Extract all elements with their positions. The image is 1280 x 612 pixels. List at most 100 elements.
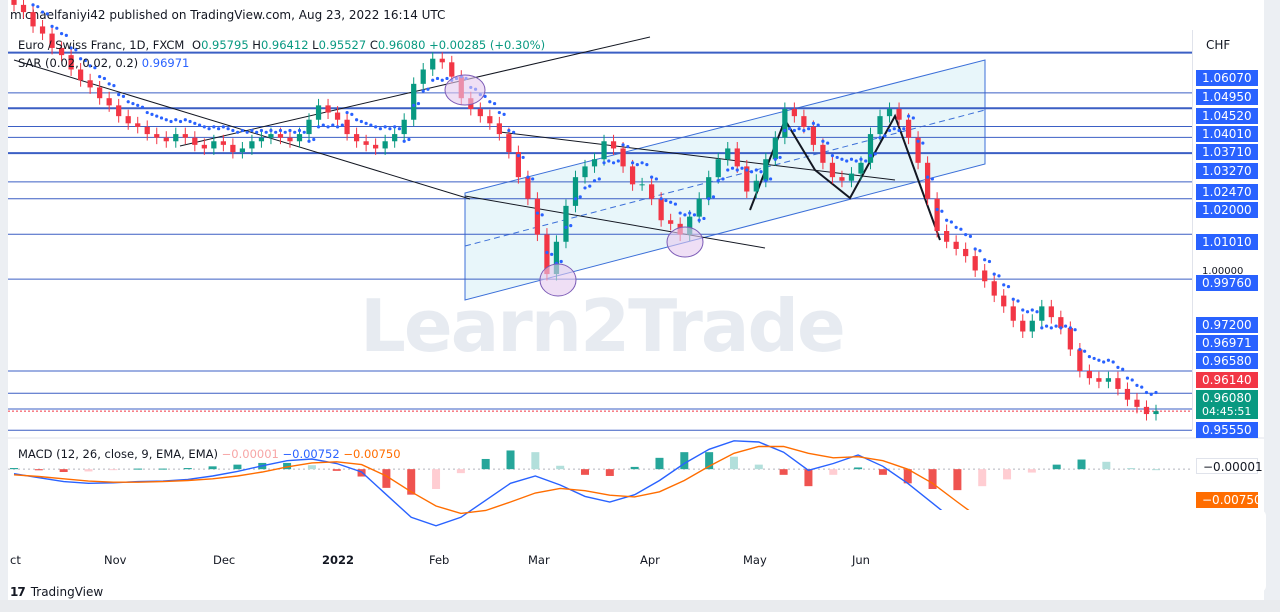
sar-dot bbox=[359, 119, 363, 124]
sar-dot bbox=[350, 112, 354, 116]
high-label: H bbox=[252, 38, 261, 52]
sar-dot bbox=[816, 123, 820, 127]
sar-dot bbox=[393, 125, 397, 129]
macd-hist-tag: −0.00001 bbox=[1196, 458, 1263, 474]
sar-dot bbox=[959, 227, 963, 231]
sar-dot bbox=[121, 94, 126, 99]
sar-dot bbox=[407, 137, 411, 142]
candle-body bbox=[182, 134, 188, 138]
candle-body bbox=[924, 162, 931, 199]
sar-dot bbox=[164, 118, 168, 122]
sar-dot bbox=[740, 166, 744, 170]
sar-dot bbox=[669, 200, 673, 204]
candle-body bbox=[886, 108, 893, 117]
macd-legend[interactable]: MACD (12, 26, close, 9, EMA, EMA) −0.000… bbox=[18, 447, 401, 461]
sar-dot bbox=[906, 114, 911, 118]
sar-dot bbox=[397, 127, 402, 131]
sar-dot bbox=[930, 177, 934, 181]
sar-dot bbox=[845, 159, 849, 163]
candle-body bbox=[1153, 411, 1159, 415]
sar-dot bbox=[1016, 299, 1020, 303]
currency-label[interactable]: CHF bbox=[1206, 38, 1230, 52]
tradingview-logo[interactable]: 17 TradingView bbox=[10, 585, 103, 599]
sar-dot bbox=[507, 128, 511, 133]
sar-dot bbox=[764, 179, 768, 183]
candle-body bbox=[382, 141, 388, 149]
time-label: Feb bbox=[429, 553, 450, 567]
sar-dot bbox=[659, 197, 663, 201]
sar-dot bbox=[1102, 360, 1106, 364]
candle-body bbox=[991, 281, 997, 296]
candle-body bbox=[287, 137, 293, 142]
sar-dot bbox=[921, 141, 925, 145]
macd-histogram-bar bbox=[208, 466, 217, 470]
sar-dot bbox=[178, 119, 183, 124]
sar-dot bbox=[1030, 308, 1034, 312]
candle-body bbox=[648, 184, 655, 199]
candle-body bbox=[306, 119, 312, 135]
candle-body bbox=[239, 148, 246, 153]
tradingview-logo-mark: 17 bbox=[10, 585, 26, 599]
sar-dot bbox=[526, 175, 530, 179]
sar-dot bbox=[773, 157, 777, 161]
sar-dot bbox=[540, 213, 544, 217]
symbol-legend[interactable]: Euro / Swiss Franc, 1D, FXCM O0.95795 H0… bbox=[18, 38, 545, 52]
candle-body bbox=[449, 62, 455, 77]
sar-dot bbox=[197, 123, 202, 127]
sar-dot bbox=[887, 128, 892, 133]
sar-dot bbox=[802, 128, 806, 133]
candle-body bbox=[725, 148, 731, 160]
sar-dot bbox=[207, 127, 211, 131]
sar-dot bbox=[635, 162, 639, 167]
candle-body bbox=[1039, 306, 1045, 321]
macd-histogram-bar bbox=[10, 468, 18, 470]
sar-dot bbox=[136, 103, 140, 107]
redaction-box bbox=[896, 510, 1266, 592]
macd-histogram-bar bbox=[158, 468, 167, 470]
macd-histogram-bar bbox=[754, 464, 763, 470]
sar-dot bbox=[759, 170, 763, 174]
macd-histogram-bar bbox=[655, 457, 664, 470]
candle-body bbox=[211, 141, 217, 149]
sar-dot bbox=[550, 252, 554, 256]
sar-dot bbox=[1087, 355, 1091, 359]
macd-histogram-bar bbox=[680, 452, 689, 470]
sar-dot bbox=[1021, 308, 1025, 312]
sar-dot bbox=[1054, 324, 1058, 328]
sar-dot bbox=[521, 155, 525, 160]
candle-body bbox=[525, 177, 531, 199]
candle-body bbox=[344, 119, 350, 135]
candle-body bbox=[934, 198, 940, 231]
sar-dot bbox=[535, 211, 540, 215]
sar-dot bbox=[64, 33, 68, 37]
macd-histogram-bar bbox=[854, 467, 863, 470]
sar-dot bbox=[916, 139, 920, 143]
candle-body bbox=[420, 69, 426, 84]
price-tag: 1.03710 bbox=[1196, 144, 1258, 160]
sar-dot bbox=[40, 10, 45, 14]
candle-body bbox=[848, 173, 855, 181]
macd-histogram-bar bbox=[481, 458, 490, 470]
macd-histogram-bar bbox=[34, 469, 43, 471]
candle-body bbox=[1086, 370, 1093, 379]
candle-body bbox=[144, 126, 150, 135]
sar-dot bbox=[55, 26, 59, 30]
macd-histogram-bar bbox=[829, 469, 838, 475]
price-tag: 1.04520 bbox=[1196, 108, 1258, 124]
sar-dot bbox=[973, 247, 977, 251]
candle-body bbox=[1143, 406, 1150, 415]
sar-dot bbox=[150, 112, 154, 116]
candle-body bbox=[668, 220, 674, 224]
close-label: C bbox=[369, 38, 378, 52]
candle-body bbox=[296, 134, 303, 142]
candle-body bbox=[353, 134, 360, 142]
time-label: ct bbox=[10, 553, 21, 567]
price-tag: 0.99760 bbox=[1196, 275, 1258, 291]
sar-legend[interactable]: SAR (0.02, 0.02, 0.2) 0.96971 bbox=[18, 56, 189, 70]
sar-dot bbox=[564, 225, 568, 230]
candle-body bbox=[734, 148, 740, 167]
sar-dot bbox=[502, 112, 506, 116]
macd-histogram-bar bbox=[605, 469, 614, 476]
candle-body bbox=[173, 134, 179, 142]
sar-dot bbox=[688, 211, 692, 215]
